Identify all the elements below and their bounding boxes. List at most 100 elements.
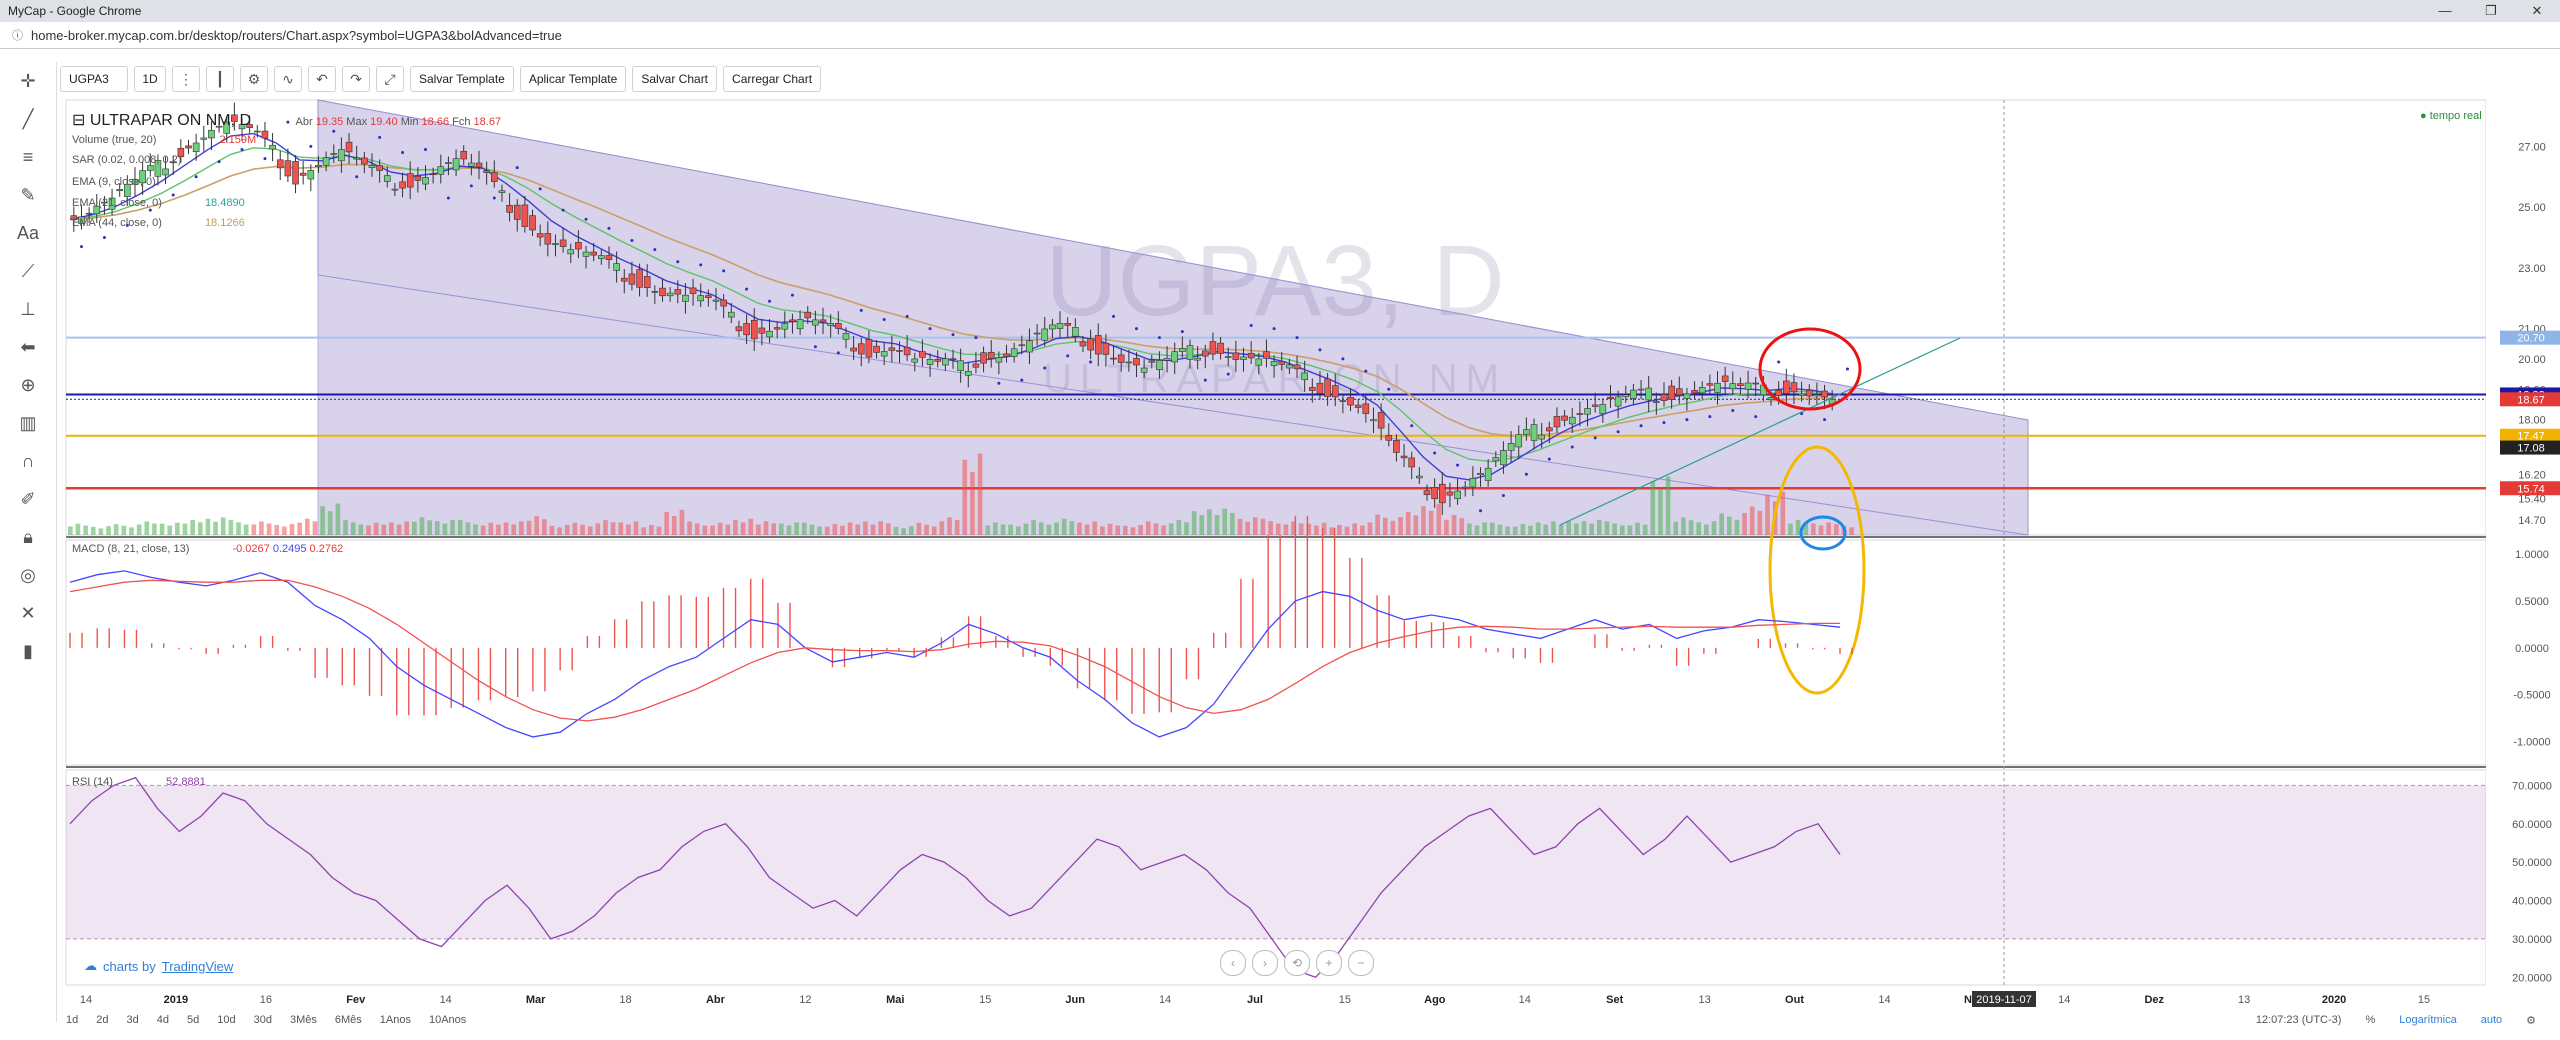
candle: [1523, 429, 1530, 435]
sar-dot: [1066, 354, 1070, 358]
log-toggle[interactable]: Logarítmica: [2399, 1014, 2456, 1026]
rsi-tick: 20.0000: [2512, 972, 2552, 984]
volume-legend[interactable]: Volume (true, 20) 2.159M: [72, 134, 256, 146]
candle: [1056, 323, 1064, 329]
rsi-legend[interactable]: RSI (14) 52.8881: [72, 776, 206, 788]
volume-bar: [572, 522, 578, 535]
range-button-1d[interactable]: 1d: [66, 1014, 78, 1026]
candle: [1469, 478, 1477, 488]
reset-icon[interactable]: ⟲: [1284, 950, 1310, 976]
price-tick: 27.00: [2518, 141, 2546, 153]
volume-bar: [763, 521, 769, 535]
volume-bar: [1138, 524, 1143, 535]
range-button-1Anos[interactable]: 1Anos: [380, 1014, 411, 1026]
candle: [185, 145, 192, 149]
volume-bar: [977, 453, 983, 535]
auto-toggle[interactable]: auto: [2481, 1014, 2502, 1026]
ema-other-legend[interactable]: EMA (44, close, 0) 18.1266: [72, 217, 245, 229]
volume-bar: [580, 524, 585, 535]
tradingview-branding[interactable]: ☁ charts by TradingView: [84, 958, 233, 974]
sar-dot: [1479, 509, 1483, 513]
zoom-out-icon[interactable]: −: [1348, 950, 1374, 976]
volume-bar: [304, 518, 310, 535]
candle: [697, 295, 705, 302]
volume-bar: [83, 525, 88, 535]
volume-bar: [1497, 524, 1503, 535]
volume-bar: [1597, 519, 1602, 535]
candle: [1377, 412, 1385, 429]
volume-bar: [1161, 525, 1166, 535]
scroll-right-icon[interactable]: ›: [1252, 950, 1278, 976]
candle: [865, 339, 873, 358]
zoom-in-icon[interactable]: +: [1316, 950, 1342, 976]
price-tick: 20.00: [2518, 354, 2546, 366]
candle: [1201, 350, 1209, 357]
volume-bar: [90, 526, 96, 535]
ema21-legend[interactable]: EMA (21, close, 0) 18.4890: [72, 197, 245, 209]
volume-bar: [1252, 517, 1258, 535]
candle: [842, 333, 850, 340]
range-button-10d[interactable]: 10d: [217, 1014, 235, 1026]
candle: [1156, 360, 1163, 370]
macd-legend[interactable]: MACD (8, 21, close, 13) -0.0267 0.2495 0…: [72, 543, 343, 555]
scroll-left-icon[interactable]: ‹: [1220, 950, 1246, 976]
volume-bar: [1230, 512, 1235, 535]
volume-bar: [817, 526, 822, 535]
settings-icon[interactable]: ⚙: [2526, 1014, 2536, 1027]
ema9-legend[interactable]: EMA (9, close, 0): [72, 176, 156, 188]
candle: [682, 294, 689, 302]
regression-channel: [317, 99, 2029, 536]
time-tick: 16: [260, 994, 272, 1006]
range-button-3d[interactable]: 3d: [127, 1014, 139, 1026]
candle: [1331, 385, 1339, 398]
volume-bar: [289, 524, 295, 535]
volume-bar: [1581, 521, 1587, 535]
time-tick: Set: [1606, 994, 1623, 1006]
candle: [789, 319, 796, 322]
candle: [1591, 404, 1599, 407]
volume-bar: [1268, 521, 1273, 535]
volume-bar: [970, 471, 975, 535]
range-button-10Anos[interactable]: 10Anos: [429, 1014, 466, 1026]
candle: [812, 319, 819, 326]
volume-bar: [243, 524, 249, 535]
volume-bar: [1329, 527, 1335, 535]
volume-bar: [1298, 523, 1304, 535]
volume-bar: [1107, 523, 1113, 535]
range-button-3Mês[interactable]: 3Mês: [290, 1014, 317, 1026]
candle: [689, 287, 697, 294]
candle: [1293, 364, 1301, 370]
volume-bar: [1390, 520, 1396, 535]
volume-bar: [679, 509, 685, 535]
sar-legend[interactable]: SAR (0.02, 0.008, 0.2): [72, 154, 181, 166]
candle: [1477, 472, 1484, 475]
collapse-icon[interactable]: ⊟: [72, 112, 85, 129]
volume-bar: [1704, 524, 1709, 535]
range-button-2d[interactable]: 2d: [96, 1014, 108, 1026]
time-tick: 14: [1878, 994, 1890, 1006]
volume-bar: [1711, 521, 1717, 535]
candle: [705, 295, 712, 298]
volume-bar: [98, 528, 104, 535]
volume-bar: [282, 526, 287, 535]
candle: [1653, 401, 1660, 403]
tradingview-link[interactable]: TradingView: [162, 959, 234, 974]
volume-bar: [519, 521, 524, 535]
chart-canvas[interactable]: UGPA3, DULTRAPAR ON NM27.0025.0023.0021.…: [0, 0, 2560, 1040]
volume-bar: [809, 524, 815, 535]
candle: [1018, 344, 1026, 347]
percent-toggle[interactable]: %: [2365, 1014, 2375, 1026]
range-button-6Mês[interactable]: 6Mês: [335, 1014, 362, 1026]
candle: [605, 255, 613, 260]
candle: [254, 130, 261, 133]
range-button-30d[interactable]: 30d: [254, 1014, 272, 1026]
time-tick: Dez: [2144, 994, 2164, 1006]
candle: [896, 350, 903, 352]
range-button-4d[interactable]: 4d: [157, 1014, 169, 1026]
candle: [261, 130, 269, 139]
candle: [1217, 342, 1224, 354]
sar-dot: [974, 336, 978, 340]
range-button-5d[interactable]: 5d: [187, 1014, 199, 1026]
time-tick: 18: [619, 994, 631, 1006]
candle: [1416, 475, 1423, 479]
